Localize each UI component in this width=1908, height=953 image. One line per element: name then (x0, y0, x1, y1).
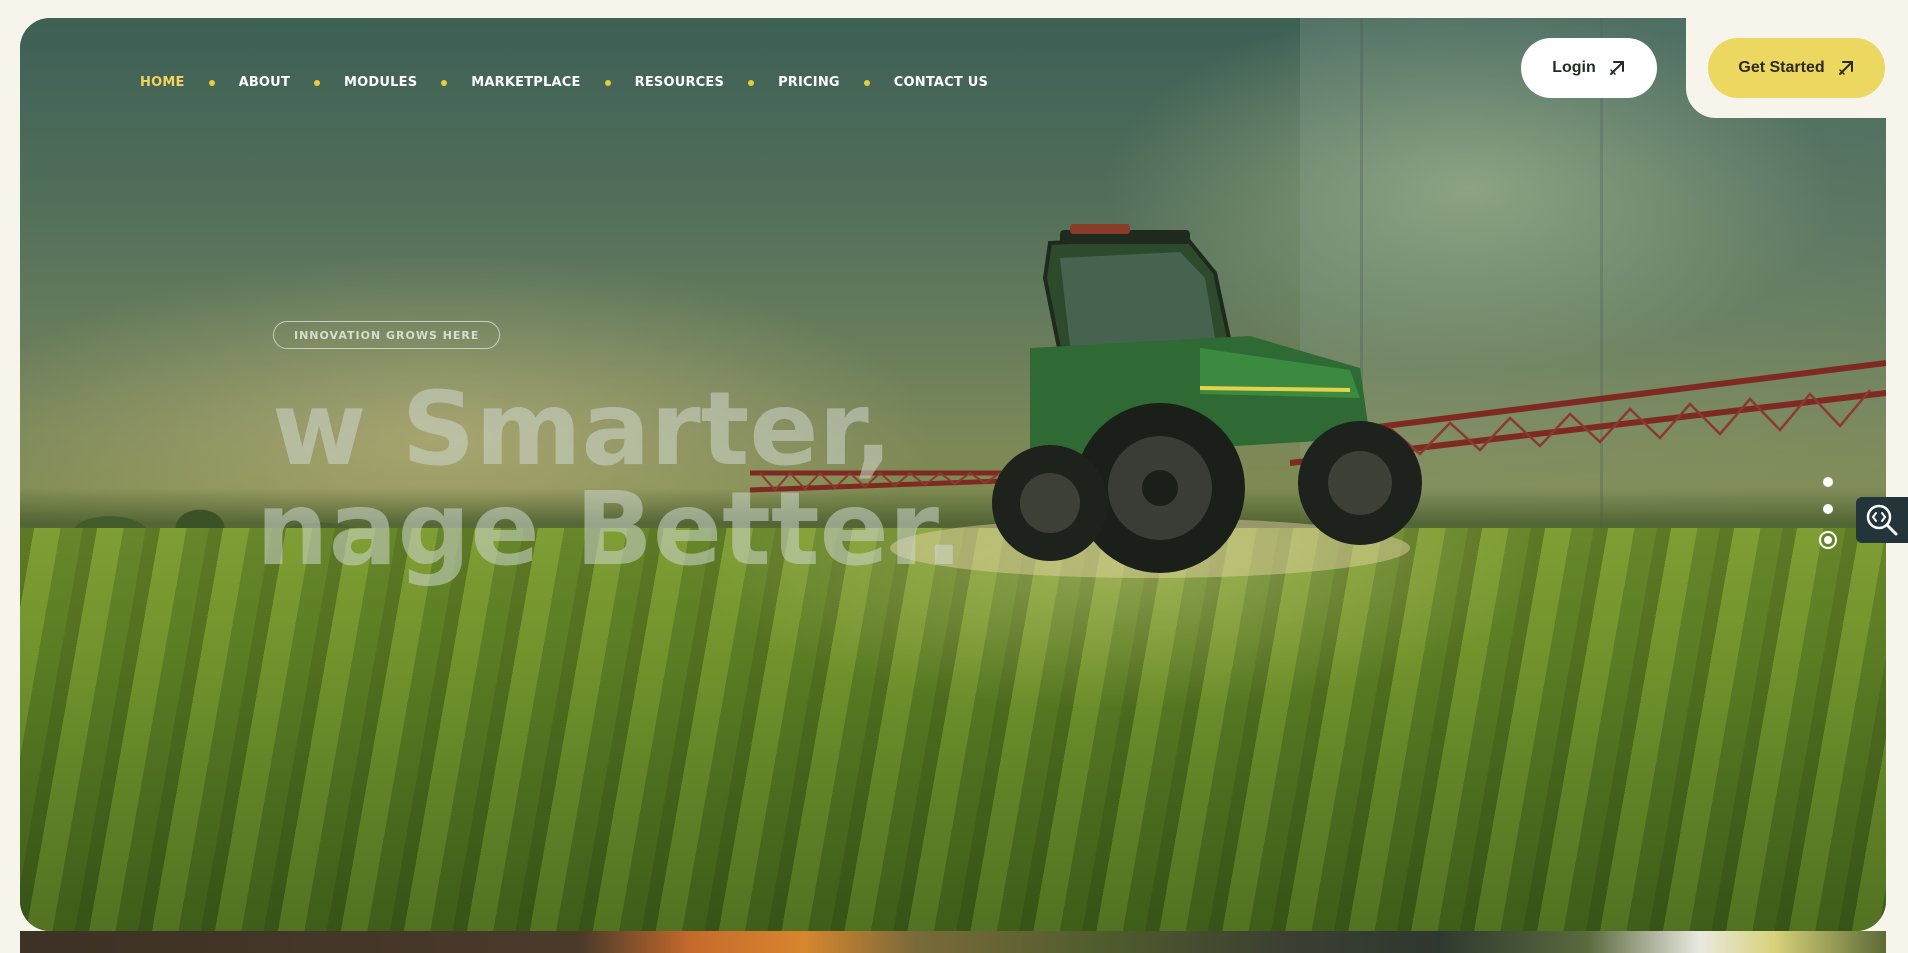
slider-dots (1819, 477, 1837, 549)
arrow-up-right-icon (1609, 61, 1624, 75)
arrow-up-right-icon (1838, 61, 1853, 75)
zoom-inspect-icon (1866, 504, 1898, 536)
slider-dot-2[interactable] (1823, 504, 1833, 514)
hero-headline-line2: nage Better. (256, 470, 964, 589)
nav-item-modules[interactable]: MODULES (344, 75, 417, 90)
login-button[interactable]: Login (1521, 38, 1657, 98)
slider-dot-1[interactable] (1823, 477, 1833, 487)
hero-badge: INNOVATION GROWS HERE (273, 321, 501, 349)
slider-dot-3[interactable] (1819, 531, 1837, 549)
nav-separator-dot (441, 79, 448, 86)
nav-separator-dot (863, 79, 870, 86)
nav-item-contact-us[interactable]: CONTACT US (894, 75, 988, 90)
login-button-label: Login (1552, 59, 1596, 76)
nav-item-marketplace[interactable]: MARKETPLACE (471, 75, 580, 90)
nav-separator-dot (604, 79, 611, 86)
nav-separator-dot (314, 79, 321, 86)
nav-item-about[interactable]: ABOUT (239, 75, 290, 90)
get-started-button-label: Get Started (1738, 59, 1825, 76)
next-section-preview (20, 931, 1886, 953)
hero-headline-line1: w Smarter, (272, 370, 893, 489)
nav-item-home[interactable]: HOME (140, 75, 185, 90)
main-nav: HOME ABOUT MODULES MARKETPLACE RESOURCES… (140, 75, 988, 90)
nav-separator-dot (208, 79, 215, 86)
nav-item-resources[interactable]: RESOURCES (635, 75, 724, 90)
nav-item-pricing[interactable]: PRICING (778, 75, 840, 90)
nav-separator-dot (748, 79, 755, 86)
get-started-button[interactable]: Get Started (1708, 38, 1885, 98)
hero-headline: w Smarter, nage Better. (256, 370, 963, 581)
zoom-tool-button[interactable] (1856, 497, 1908, 543)
hero-banner: INNOVATION GROWS HERE w Smarter, nage Be… (20, 18, 1886, 931)
